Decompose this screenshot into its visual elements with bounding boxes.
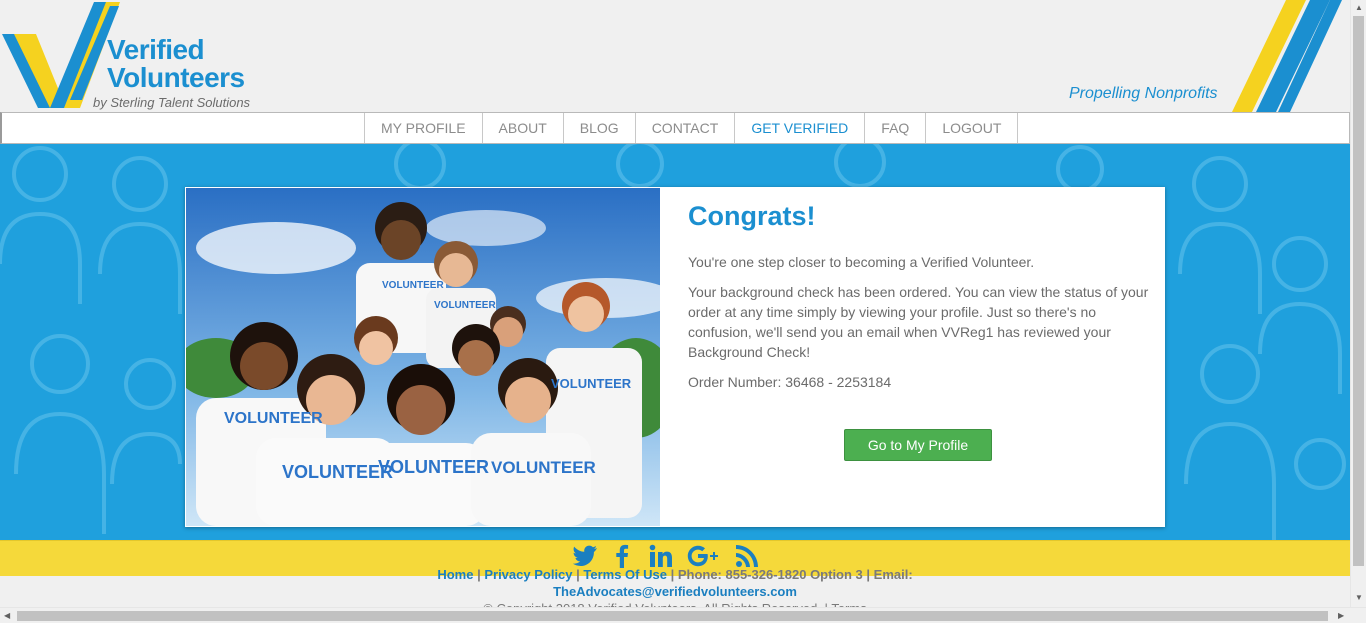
facebook-icon[interactable]: [611, 544, 635, 568]
brand-title-line2: Volunteers: [107, 62, 245, 93]
footer-home-link[interactable]: Home: [437, 567, 473, 582]
svg-text:VOLUNTEER: VOLUNTEER: [224, 410, 323, 427]
brand-logo[interactable]: Verified Volunteers by Sterling Talent S…: [0, 0, 270, 112]
footer-terms-link[interactable]: Terms Of Use: [583, 567, 667, 582]
footer-separator: |: [572, 567, 584, 582]
footer-privacy-link[interactable]: Privacy Policy: [484, 567, 572, 582]
brand-title-line1: Verified: [107, 34, 205, 65]
rss-icon[interactable]: [735, 544, 759, 568]
footer-links: Home | Privacy Policy | Terms Of Use | P…: [0, 566, 1350, 600]
linkedin-icon[interactable]: [649, 544, 673, 568]
footer-separator: |: [473, 567, 485, 582]
confirmation-details: Your background check has been ordered. …: [688, 284, 1149, 360]
confirmation-card: VOLUNTEER VOLUNTEER VOLUNTEER VOLUNTEER …: [185, 187, 1165, 527]
brand-subtitle: by Sterling Talent Solutions: [93, 95, 251, 110]
scroll-down-arrow-icon[interactable]: ▼: [1355, 594, 1363, 602]
main-navbar: MY PROFILE ABOUT BLOG CONTACT GET VERIFI…: [0, 112, 1350, 144]
scroll-left-arrow-icon[interactable]: ◀: [4, 612, 10, 620]
vertical-scrollbar[interactable]: ▲ ▼: [1350, 0, 1366, 607]
volunteers-group-photo: VOLUNTEER VOLUNTEER VOLUNTEER VOLUNTEER …: [186, 188, 660, 526]
order-number: Order Number: 36468 - 2253184: [688, 374, 892, 390]
footer-contact-text: | Phone: 855-326-1820 Option 3 | Email:: [666, 567, 913, 582]
svg-text:VOLUNTEER: VOLUNTEER: [551, 376, 632, 391]
scroll-right-arrow-icon[interactable]: ▶: [1338, 612, 1344, 620]
congrats-heading: Congrats!: [688, 201, 816, 231]
nav-logout[interactable]: LOGOUT: [926, 113, 1019, 143]
scroll-up-arrow-icon[interactable]: ▲: [1355, 4, 1363, 12]
horizontal-scrollbar[interactable]: ◀ ▶: [0, 607, 1366, 623]
confirmation-content: Congrats! You're one step closer to beco…: [688, 201, 1153, 402]
nav-get-verified[interactable]: GET VERIFIED: [735, 113, 866, 143]
decorative-stripes-icon: [1232, 0, 1342, 112]
svg-text:VOLUNTEER: VOLUNTEER: [491, 458, 596, 477]
google-plus-icon[interactable]: [687, 544, 721, 568]
confirmation-intro: You're one step closer to becoming a Ver…: [688, 254, 1035, 270]
nav-faq[interactable]: FAQ: [865, 113, 927, 143]
brand-tagline: Propelling Nonprofits: [1069, 85, 1218, 102]
footer-email-link[interactable]: TheAdvocates@verifiedvolunteers.com: [553, 584, 797, 599]
horizontal-scroll-thumb[interactable]: [17, 611, 1328, 621]
svg-text:VOLUNTEER: VOLUNTEER: [382, 280, 444, 291]
nav-about[interactable]: ABOUT: [482, 113, 564, 143]
site-header: Verified Volunteers by Sterling Talent S…: [0, 0, 1350, 112]
go-to-my-profile-button[interactable]: Go to My Profile: [844, 429, 992, 461]
nav-blog[interactable]: BLOG: [563, 113, 636, 143]
vertical-scroll-thumb[interactable]: [1353, 16, 1364, 566]
main-nav: MY PROFILE ABOUT BLOG CONTACT GET VERIFI…: [364, 113, 1019, 143]
hero-section: VOLUNTEER VOLUNTEER VOLUNTEER VOLUNTEER …: [0, 144, 1350, 540]
nav-my-profile[interactable]: MY PROFILE: [365, 113, 483, 143]
nav-contact[interactable]: CONTACT: [635, 113, 736, 143]
svg-text:VOLUNTEER: VOLUNTEER: [378, 457, 489, 477]
twitter-icon[interactable]: [572, 544, 597, 568]
svg-text:VOLUNTEER: VOLUNTEER: [282, 462, 393, 482]
svg-text:VOLUNTEER: VOLUNTEER: [434, 300, 496, 311]
